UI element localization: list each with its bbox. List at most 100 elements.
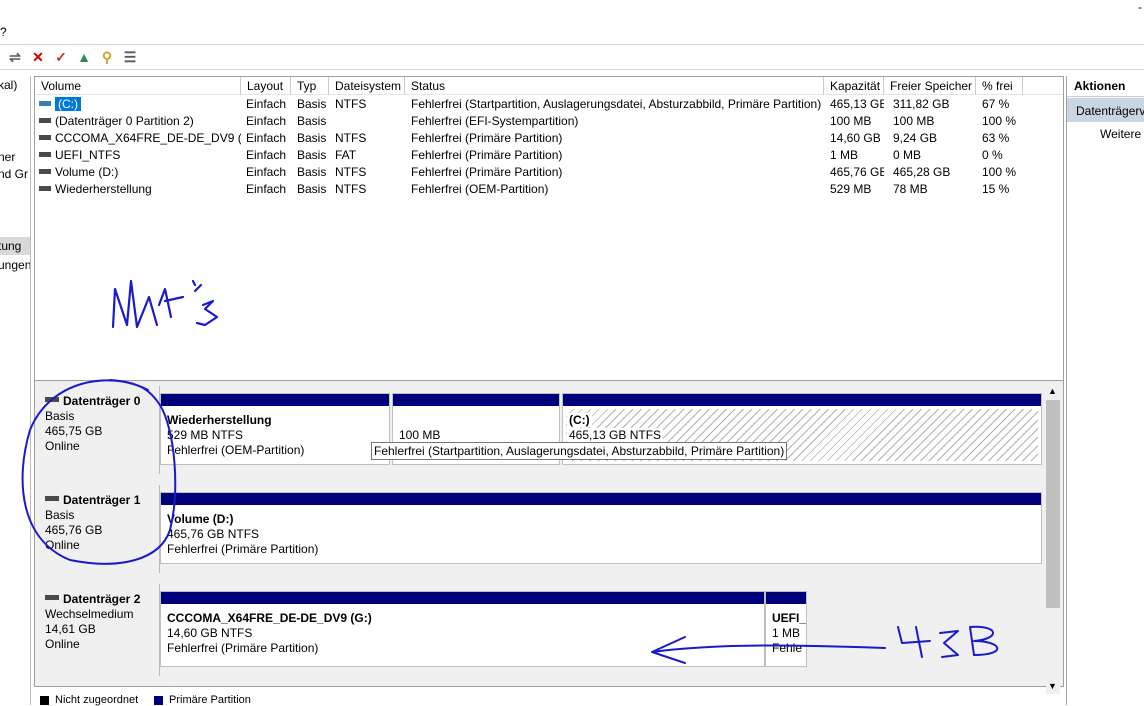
disk-label[interactable]: Datenträger 2 Wechselmedium 14,61 GB Online — [35, 584, 160, 676]
partition-block[interactable]: CCCOMA_X64FRE_DE-DE_DV9 (G:) 14,60 GB NTF… — [160, 591, 765, 667]
scroll-down-icon[interactable]: ▼ — [1048, 681, 1057, 691]
cell-status: Fehlerfrei (Primäre Partition) — [411, 131, 563, 145]
cell-prozent-frei: 63 % — [982, 131, 1010, 145]
volume-name: (C:) — [55, 97, 81, 111]
cell-status: Fehlerfrei (Startpartition, Auslagerungs… — [411, 97, 822, 111]
nav-item-selected[interactable]: tung — [0, 239, 21, 253]
disk-label[interactable]: Datenträger 1 Basis 465,76 GB Online — [35, 485, 160, 573]
disk-size: 465,76 GB — [45, 523, 103, 537]
table-row[interactable]: (C:) Einfach Basis NTFS Fehlerfrei (Startpar… — [35, 96, 1063, 113]
cell-status: Fehlerfrei (OEM-Partition) — [411, 182, 549, 196]
cell-dateisystem: NTFS — [335, 97, 367, 111]
partition-name: Wiederherstellung — [167, 413, 272, 427]
cell-layout: Einfach — [246, 114, 287, 128]
help-icon[interactable]: ▲ — [75, 48, 93, 66]
partition-block[interactable]: Wiederherstellung 529 MB NTFS Fehlerfrei (… — [160, 393, 390, 465]
column-header-layout[interactable]: Layout — [241, 77, 291, 95]
legend: Nicht zugeordnet Primäre Partition — [34, 692, 1062, 706]
navigation-pane: kal) ner nd Gr tung ungen — [0, 76, 31, 705]
nav-item[interactable]: nd Gr — [0, 167, 28, 181]
cell-layout: Einfach — [246, 182, 287, 196]
column-header-volume[interactable]: Volume — [35, 77, 241, 95]
partition-block[interactable]: UEFI_ 1 MB Fehle — [765, 591, 807, 667]
cell-typ: Basis — [297, 165, 327, 179]
cell-typ: Basis — [297, 131, 327, 145]
legend-primary: Primäre Partition — [169, 694, 251, 706]
partition-size: 1 MB — [772, 626, 801, 640]
cell-typ: Basis — [297, 97, 327, 111]
disk-title: Datenträger 0 — [63, 394, 141, 408]
volume-name: UEFI_NTFS — [55, 148, 121, 162]
column-header-kapazitaet[interactable]: Kapazität — [824, 77, 884, 95]
disk-type: Basis — [45, 409, 75, 423]
cell-freier-speicher: 311,82 GB — [893, 97, 950, 111]
more-actions-link[interactable]: Weitere A — [1100, 127, 1144, 141]
partition-type-bar — [161, 394, 389, 406]
unallocated-swatch — [40, 696, 49, 705]
volume-name: Volume (D:) — [55, 165, 119, 179]
partition-name: UEFI_ — [772, 611, 807, 625]
status-tooltip: Fehlerfrei (Startpartition, Auslagerungs… — [371, 442, 788, 460]
help-menu[interactable]: ? — [0, 25, 7, 39]
disk-size: 14,61 GB — [45, 622, 96, 636]
partition-status: Fehle — [772, 641, 803, 655]
table-row[interactable]: UEFI_NTFS Einfach Basis FAT Fehlerfrei (Prim… — [35, 147, 1063, 164]
actions-section[interactable]: Datenträgerv — [1076, 104, 1144, 118]
column-header-typ[interactable]: Typ — [291, 77, 329, 95]
cell-status: Fehlerfrei (Primäre Partition) — [411, 148, 563, 162]
volume-list: Volume Layout Typ Dateisystem Status Kap… — [34, 76, 1064, 382]
table-row[interactable]: Wiederherstellung Einfach Basis NTFS Fehlerf… — [35, 181, 1063, 198]
column-header-empty — [1023, 77, 1063, 95]
view-icon[interactable]: ☰ — [121, 48, 139, 66]
search-icon[interactable]: ⚲ — [98, 48, 116, 66]
table-row[interactable]: CCCOMA_X64FRE_DE-DE_DV9 (G:) Einfach Basis… — [35, 130, 1063, 147]
cell-kapazitaet: 100 MB — [830, 114, 872, 128]
nav-item[interactable]: ner — [0, 150, 15, 164]
table-row[interactable]: (Datenträger 0 Partition 2) Einfach Basis F… — [35, 113, 1063, 130]
cell-typ: Basis — [297, 182, 327, 196]
handwritten-annotation-ntfs — [111, 279, 219, 329]
cell-volume: Volume (D:) — [39, 164, 241, 181]
cell-freier-speicher: 0 MB — [893, 148, 922, 162]
column-header-freier-speicher[interactable]: Freier Speicher — [884, 77, 976, 95]
menu-bar — [0, 0, 1144, 45]
partition-status: Fehlerfrei (OEM-Partition) — [167, 443, 305, 457]
volume-icon — [39, 101, 51, 107]
cell-kapazitaet: 465,76 GB — [830, 165, 884, 179]
partition-block[interactable]: Volume (D:) 465,76 GB NTFS Fehlerfrei (Pri… — [160, 492, 1042, 564]
volume-icon — [39, 135, 51, 141]
properties-icon[interactable]: ✓ — [52, 48, 70, 66]
disk-state: Online — [45, 439, 80, 453]
partition-type-bar — [393, 394, 559, 406]
cell-freier-speicher: 78 MB — [893, 182, 928, 196]
volume-icon — [39, 118, 51, 124]
scroll-up-icon[interactable]: ▲ — [1048, 386, 1057, 396]
cell-typ: Basis — [297, 114, 327, 128]
partition-name: Volume (D:) — [167, 512, 234, 526]
cell-layout: Einfach — [246, 148, 287, 162]
connect-icon[interactable]: ⇌ — [6, 48, 24, 66]
nav-item[interactable]: kal) — [0, 78, 17, 92]
minimize-button[interactable]: - — [1138, 0, 1142, 14]
delete-icon[interactable]: ✕ — [29, 48, 47, 66]
disk-layout-view: Datenträger 0 Basis 465,75 GB Online Wiederh… — [34, 380, 1064, 687]
disk-label[interactable]: Datenträger 0 Basis 465,75 GB Online — [35, 386, 160, 474]
table-row[interactable]: Volume (D:) Einfach Basis NTFS Fehlerfrei (P… — [35, 164, 1063, 181]
cell-prozent-frei: 15 % — [982, 182, 1010, 196]
disk-size: 465,75 GB — [45, 424, 103, 438]
cell-prozent-frei: 0 % — [982, 148, 1003, 162]
column-header-prozent-frei[interactable]: % frei — [976, 77, 1023, 95]
cell-typ: Basis — [297, 148, 327, 162]
scrollbar-thumb[interactable] — [1046, 400, 1060, 608]
cell-volume: (C:) — [39, 96, 241, 113]
cell-dateisystem: NTFS — [335, 182, 367, 196]
disk-state: Online — [45, 637, 80, 651]
cell-prozent-frei: 67 % — [982, 97, 1010, 111]
cell-layout: Einfach — [246, 131, 287, 145]
partition-size: 465,13 GB NTFS — [567, 428, 664, 442]
cell-kapazitaet: 1 MB — [830, 148, 859, 162]
partition-size: 529 MB NTFS — [167, 428, 244, 442]
column-header-dateisystem[interactable]: Dateisystem — [329, 77, 405, 95]
nav-item[interactable]: ungen — [0, 258, 30, 272]
column-header-status[interactable]: Status — [405, 77, 824, 95]
